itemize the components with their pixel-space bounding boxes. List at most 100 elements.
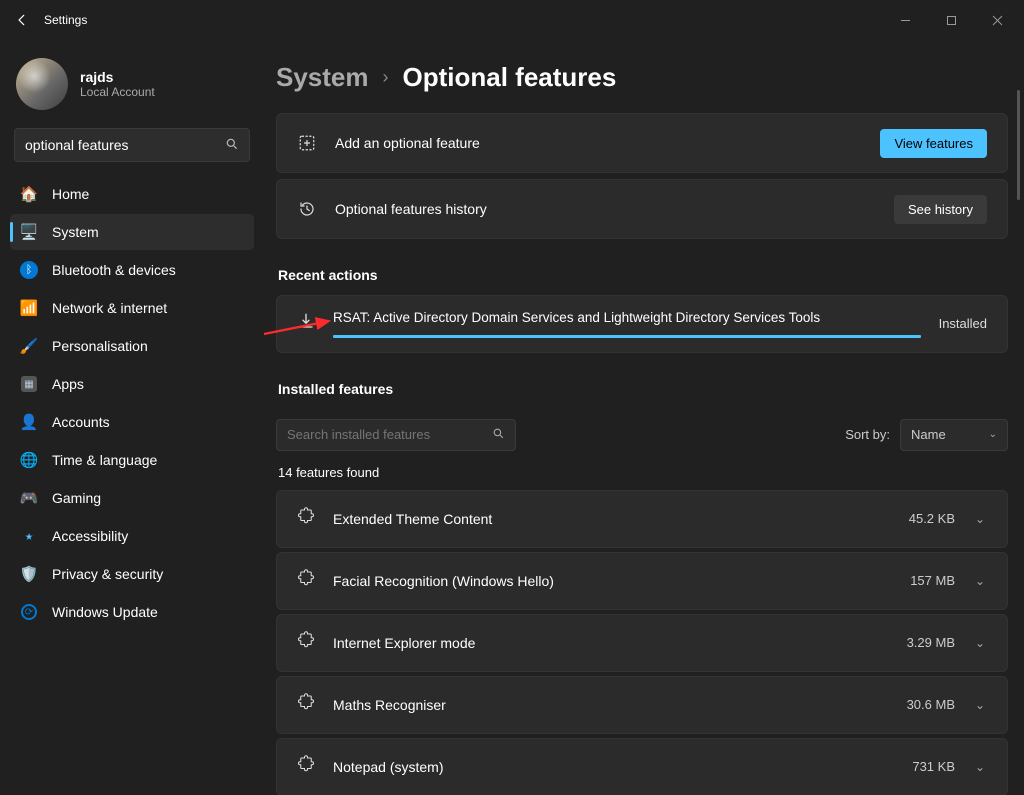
feature-size: 3.29 MB xyxy=(907,635,955,650)
breadcrumb: System › Optional features xyxy=(276,52,1016,113)
installed-features-heading: Installed features xyxy=(276,359,1008,409)
add-icon xyxy=(297,133,317,153)
history-label: Optional features history xyxy=(335,201,876,217)
download-icon xyxy=(297,312,315,335)
sidebar-item-bluetooth[interactable]: ᛒ Bluetooth & devices xyxy=(10,252,254,288)
sidebar-item-accessibility[interactable]: ⭑ Accessibility xyxy=(10,518,254,554)
sidebar-item-label: Personalisation xyxy=(52,338,148,354)
sidebar-search[interactable] xyxy=(14,128,250,162)
chevron-down-icon: ⌄ xyxy=(989,429,997,440)
back-button[interactable] xyxy=(4,2,40,38)
sidebar-item-home[interactable]: 🏠 Home xyxy=(10,176,254,212)
shield-icon: 🛡️ xyxy=(20,565,38,583)
sidebar-item-label: Time & language xyxy=(52,452,157,468)
search-icon xyxy=(225,137,239,154)
puzzle-icon xyxy=(297,631,315,654)
sidebar-item-time[interactable]: 🌐 Time & language xyxy=(10,442,254,478)
chevron-down-icon: ⌄ xyxy=(973,574,987,588)
sidebar-item-label: Network & internet xyxy=(52,300,167,316)
recent-action-card[interactable]: RSAT: Active Directory Domain Services a… xyxy=(276,295,1008,353)
chevron-down-icon: ⌄ xyxy=(973,698,987,712)
feature-size: 731 KB xyxy=(912,759,955,774)
feature-row[interactable]: Extended Theme Content 45.2 KB ⌄ xyxy=(276,490,1008,548)
feature-size: 45.2 KB xyxy=(909,511,955,526)
sidebar-item-label: Accessibility xyxy=(52,528,128,544)
sidebar-item-gaming[interactable]: 🎮 Gaming xyxy=(10,480,254,516)
sidebar-item-label: Bluetooth & devices xyxy=(52,262,176,278)
puzzle-icon xyxy=(297,569,315,592)
globe-icon: 🌐 xyxy=(20,451,38,469)
window-title: Settings xyxy=(44,13,87,27)
progress-bar xyxy=(333,335,921,338)
breadcrumb-parent[interactable]: System xyxy=(276,62,369,93)
apps-icon: ▦ xyxy=(20,375,38,393)
sidebar: rajds Local Account 🏠 Home 🖥️ System ᛒ Blue… xyxy=(0,40,264,795)
see-history-button[interactable]: See history xyxy=(894,195,987,224)
main-content: System › Optional features Add an option… xyxy=(264,40,1024,795)
add-feature-card: Add an optional feature View features xyxy=(276,113,1008,173)
wifi-icon: 📶 xyxy=(20,299,38,317)
accessibility-icon: ⭑ xyxy=(20,527,38,545)
history-icon xyxy=(297,199,317,219)
feature-name: Notepad (system) xyxy=(333,759,894,775)
page-title: Optional features xyxy=(403,62,617,93)
puzzle-icon xyxy=(297,507,315,530)
home-icon: 🏠 xyxy=(20,185,38,203)
recent-actions-heading: Recent actions xyxy=(276,245,1008,295)
brush-icon: 🖌️ xyxy=(20,337,38,355)
sidebar-item-label: Home xyxy=(52,186,89,202)
search-installed-input[interactable] xyxy=(287,427,492,442)
profile-name: rajds xyxy=(80,69,155,85)
chevron-down-icon: ⌄ xyxy=(973,760,987,774)
feature-row[interactable]: Notepad (system) 731 KB ⌄ xyxy=(276,738,1008,795)
sidebar-item-label: Windows Update xyxy=(52,604,158,620)
feature-name: Internet Explorer mode xyxy=(333,635,889,651)
person-icon: 👤 xyxy=(20,413,38,431)
sidebar-item-update[interactable]: ⟳ Windows Update xyxy=(10,594,254,630)
sidebar-search-input[interactable] xyxy=(25,137,225,153)
feature-row[interactable]: Maths Recogniser 30.6 MB ⌄ xyxy=(276,676,1008,734)
feature-size: 30.6 MB xyxy=(907,697,955,712)
sidebar-item-accounts[interactable]: 👤 Accounts xyxy=(10,404,254,440)
sidebar-item-privacy[interactable]: 🛡️ Privacy & security xyxy=(10,556,254,592)
search-installed-field[interactable] xyxy=(276,419,516,451)
sidebar-item-personalisation[interactable]: 🖌️ Personalisation xyxy=(10,328,254,364)
feature-size: 157 MB xyxy=(910,573,955,588)
chevron-down-icon: ⌄ xyxy=(973,636,987,650)
sidebar-item-label: Privacy & security xyxy=(52,566,163,582)
add-feature-label: Add an optional feature xyxy=(335,135,862,151)
feature-name: Extended Theme Content xyxy=(333,511,891,527)
sidebar-item-label: Gaming xyxy=(52,490,101,506)
avatar xyxy=(16,58,68,110)
sidebar-item-apps[interactable]: ▦ Apps xyxy=(10,366,254,402)
puzzle-icon xyxy=(297,693,315,716)
view-features-button[interactable]: View features xyxy=(880,129,987,158)
bluetooth-icon: ᛒ xyxy=(20,261,38,279)
puzzle-icon xyxy=(297,755,315,778)
feature-row[interactable]: Internet Explorer mode 3.29 MB ⌄ xyxy=(276,614,1008,672)
sort-dropdown[interactable]: Name ⌄ xyxy=(900,419,1008,451)
history-card: Optional features history See history xyxy=(276,179,1008,239)
sort-value: Name xyxy=(911,427,946,442)
feature-name: Maths Recogniser xyxy=(333,697,889,713)
feature-name: Facial Recognition (Windows Hello) xyxy=(333,573,892,589)
sidebar-item-label: Accounts xyxy=(52,414,110,430)
gamepad-icon: 🎮 xyxy=(20,489,38,507)
sidebar-item-system[interactable]: 🖥️ System xyxy=(10,214,254,250)
sidebar-item-label: Apps xyxy=(52,376,84,392)
chevron-down-icon: ⌄ xyxy=(973,512,987,526)
update-icon: ⟳ xyxy=(20,603,38,621)
sort-label: Sort by: xyxy=(845,427,890,442)
close-button[interactable] xyxy=(974,4,1020,36)
recent-action-title: RSAT: Active Directory Domain Services a… xyxy=(333,310,921,335)
minimize-button[interactable] xyxy=(882,4,928,36)
sidebar-item-label: System xyxy=(52,224,99,240)
feature-row[interactable]: Facial Recognition (Windows Hello) 157 MB… xyxy=(276,552,1008,610)
profile-block[interactable]: rajds Local Account xyxy=(4,48,260,128)
scrollbar[interactable] xyxy=(1017,90,1020,200)
titlebar: Settings xyxy=(0,0,1024,40)
sidebar-item-network[interactable]: 📶 Network & internet xyxy=(10,290,254,326)
recent-action-status: Installed xyxy=(939,316,987,331)
maximize-button[interactable] xyxy=(928,4,974,36)
system-icon: 🖥️ xyxy=(20,223,38,241)
